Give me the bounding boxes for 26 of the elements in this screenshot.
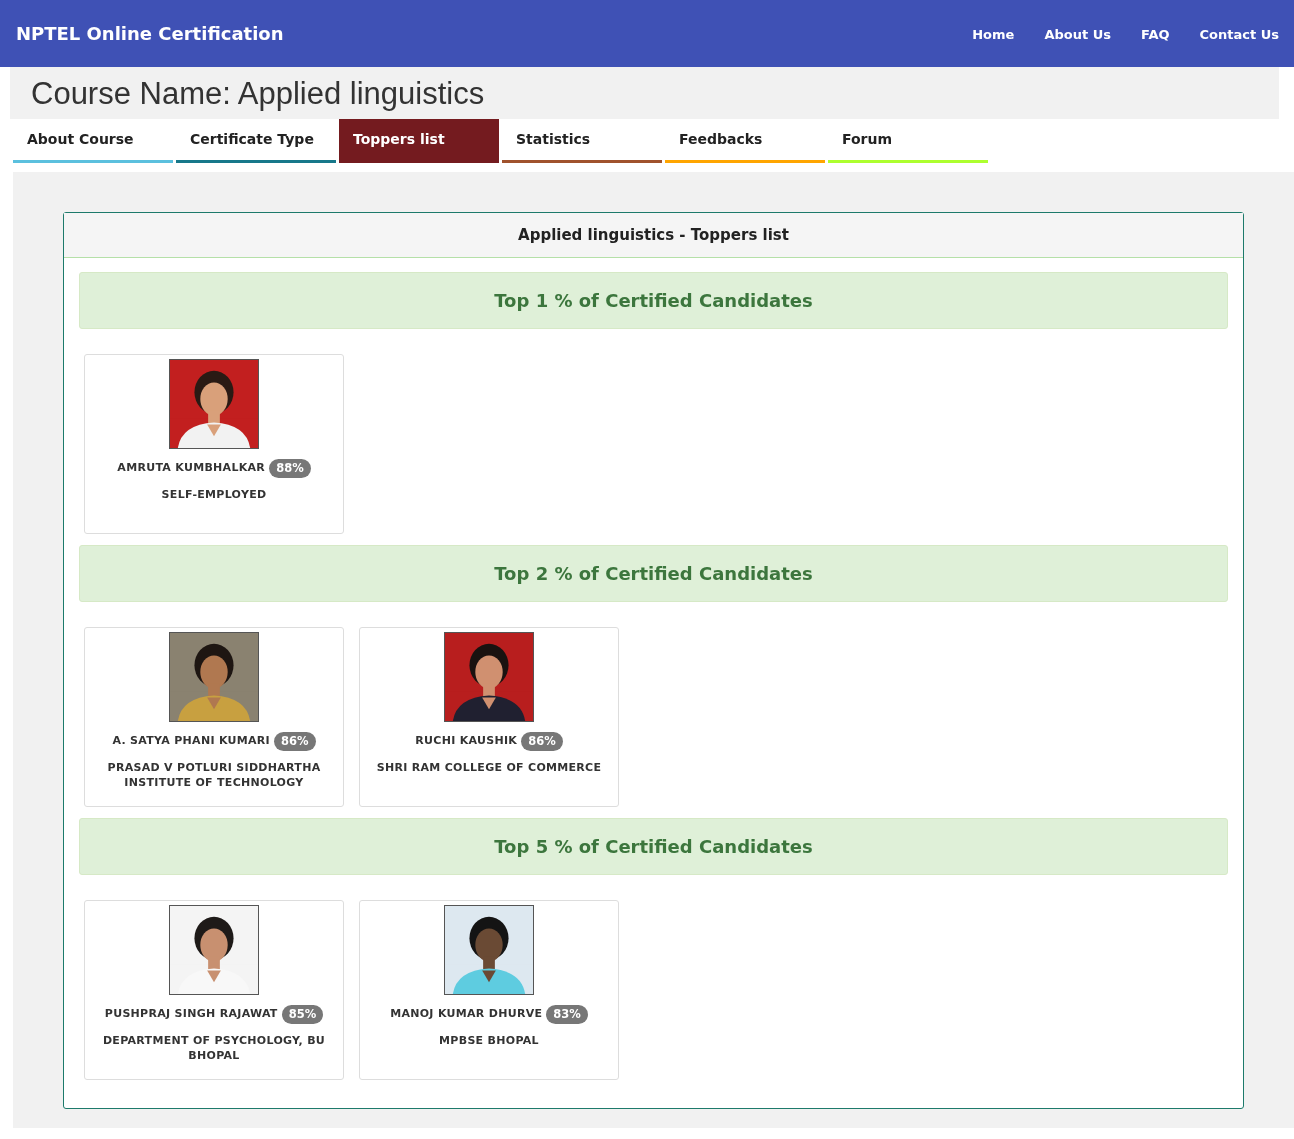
score-badge: 88% (269, 459, 311, 479)
score-badge: 85% (281, 1005, 324, 1025)
topper-name: AMRUTA KUMBHALKAR (117, 460, 266, 477)
score-badge: 83% (546, 1005, 588, 1025)
topper-name: MANOJ KUMAR DHURVE (390, 1006, 543, 1023)
panel-title: Applied linguistics - Toppers list (518, 224, 789, 246)
site-title[interactable]: NPTEL Online Certification (16, 20, 284, 47)
nav-link[interactable]: Home (972, 24, 1015, 45)
topper-name: PUSHPRAJ SINGH RAJAWAT (104, 1006, 278, 1023)
nav-link[interactable]: About Us (1044, 24, 1111, 45)
section-heading: Top 5 % of Certified Candidates (79, 818, 1228, 875)
section-heading: Top 2 % of Certified Candidates (79, 545, 1228, 602)
institution: MPBSE BHOPAL (438, 1033, 540, 1049)
score-badge: 86% (521, 732, 563, 752)
institution: PRASAD V POTLURI SIDDHARTHA INSTITUTE OF TECHNOLOGY (106, 760, 322, 791)
nav-link[interactable]: Contact Us (1199, 24, 1279, 45)
institution: DEPARTMENT OF PSYCHOLOGY, BU BHOPAL (101, 1033, 327, 1064)
tab[interactable]: Toppers list (339, 119, 499, 163)
section-heading: Top 1 % of Certified Candidates (79, 272, 1228, 329)
institution: SELF-EMPLOYED (160, 487, 268, 503)
nav-link[interactable]: FAQ (1141, 24, 1170, 45)
topper-name: RUCHI KAUSHIK (415, 733, 518, 750)
score-badge: 86% (274, 732, 316, 752)
topper-name: A. SATYA PHANI KUMARI (112, 733, 270, 750)
course-title: Course Name: Applied linguistics (31, 74, 485, 113)
institution: SHRI RAM COLLEGE OF COMMERCE (375, 760, 603, 776)
